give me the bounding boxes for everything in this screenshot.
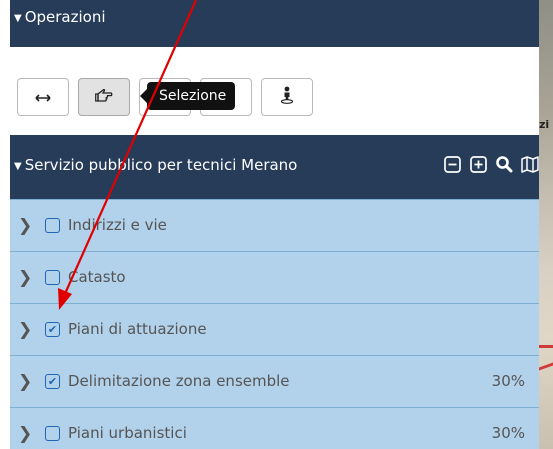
- person-pin-icon: [280, 86, 294, 108]
- layer-list: ❯ Indirizzi e vie ❯ Catasto ❯ ✔ Piani di…: [10, 199, 539, 449]
- selection-tooltip: Selezione: [139, 82, 236, 110]
- chevron-right-icon[interactable]: ❯: [18, 372, 32, 392]
- caret-down-icon: ▼: [14, 13, 22, 24]
- chevron-right-icon[interactable]: ❯: [18, 268, 32, 288]
- expand-all-icon[interactable]: [468, 153, 488, 175]
- service-title-row: ▼ Servizio pubblico per tecnici Merano: [14, 156, 297, 174]
- horizontal-arrows-icon: [35, 88, 51, 107]
- operations-title: Operazioni: [24, 8, 106, 26]
- layer-opacity[interactable]: 30%: [492, 372, 525, 390]
- layer-checkbox-checked[interactable]: ✔: [45, 322, 60, 337]
- layer-label: Catasto: [68, 268, 126, 286]
- layer-row[interactable]: ❯ Indirizzi e vie: [10, 199, 539, 251]
- caret-down-icon: ▼: [14, 161, 22, 172]
- layer-checkbox-checked[interactable]: ✔: [45, 374, 60, 389]
- map-canvas[interactable]: [539, 0, 553, 449]
- layer-label: Piani di attuazione: [68, 320, 207, 338]
- search-icon[interactable]: [494, 153, 514, 175]
- layer-row[interactable]: ❯ ✔ Piani di attuazione: [10, 303, 539, 355]
- map-icon[interactable]: [520, 153, 540, 175]
- layer-label: Piani urbanistici: [68, 424, 187, 442]
- select-tool-button[interactable]: [78, 78, 130, 116]
- collapse-all-icon[interactable]: [442, 153, 462, 175]
- layer-panel: ▼ Operazioni Selezione ▼ Servizio pubblico…: [10, 0, 541, 449]
- layer-row[interactable]: ❯ Catasto: [10, 251, 539, 303]
- pan-horizontal-button[interactable]: [17, 78, 69, 116]
- service-actions: [442, 153, 540, 175]
- map-road: [539, 345, 553, 348]
- street-view-button[interactable]: [261, 78, 313, 116]
- map-road: [539, 362, 553, 371]
- layer-checkbox[interactable]: [45, 218, 60, 233]
- operations-header[interactable]: ▼ Operazioni: [10, 0, 539, 47]
- chevron-right-icon[interactable]: ❯: [18, 216, 32, 236]
- layer-checkbox[interactable]: [45, 270, 60, 285]
- chevron-right-icon[interactable]: ❯: [18, 320, 32, 340]
- layer-row[interactable]: ❯ ✔ Delimitazione zona ensemble 30%: [10, 355, 539, 407]
- service-title: Servizio pubblico per tecnici Merano: [24, 156, 298, 174]
- pointing-hand-icon: [95, 88, 113, 107]
- layer-label: Delimitazione zona ensemble: [68, 372, 290, 390]
- layer-row[interactable]: ❯ Piani urbanistici 30%: [10, 407, 539, 449]
- layer-label: Indirizzi e vie: [68, 216, 167, 234]
- layer-opacity[interactable]: 30%: [492, 424, 525, 442]
- chevron-right-icon[interactable]: ❯: [18, 424, 32, 444]
- service-header[interactable]: ▼ Servizio pubblico per tecnici Merano: [10, 135, 539, 199]
- layer-checkbox[interactable]: [45, 426, 60, 441]
- operations-toolbar: Selezione: [10, 47, 539, 135]
